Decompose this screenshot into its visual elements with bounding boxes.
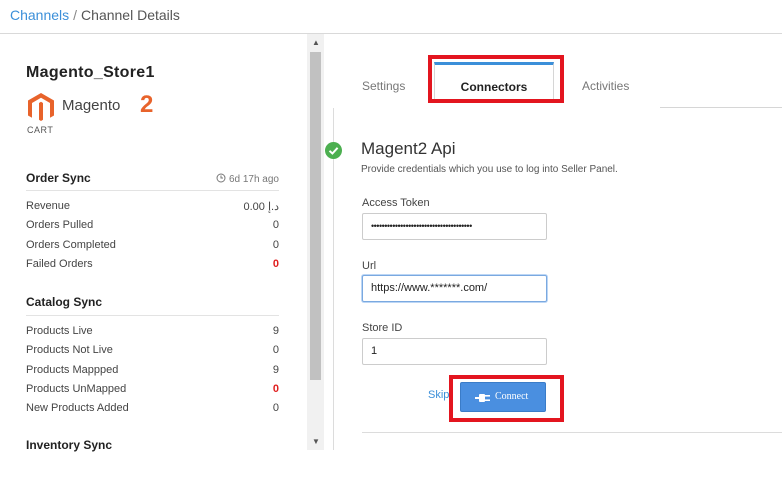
row-value: 0: [272, 344, 279, 356]
order-row-completed: Orders Completed 0: [26, 239, 279, 257]
connector-title: Magent2 Api: [361, 139, 456, 158]
access-token-input[interactable]: ••••••••••••••••••••••••••••••••••••••: [362, 213, 547, 240]
magento-version-badge: 2: [140, 91, 154, 118]
catalog-row-new: New Products Added 0: [26, 402, 279, 420]
access-token-label: Access Token: [362, 197, 430, 209]
connected-check-icon: [325, 142, 342, 159]
magento-logo-word: Magento: [62, 97, 121, 114]
catalog-row-live: Products Live 9: [26, 325, 279, 343]
store-id-input[interactable]: 1: [362, 338, 547, 365]
section-divider: [26, 190, 279, 191]
connector-description: Provide credentials which you use to log…: [361, 164, 618, 175]
tab-activities[interactable]: Activities: [582, 79, 629, 93]
catalog-row-not-live: Products Not Live 0: [26, 344, 279, 362]
inventory-sync-title: Inventory Sync: [26, 438, 113, 452]
section-divider: [26, 315, 279, 316]
row-label: Orders Completed: [26, 239, 116, 251]
tab-settings[interactable]: Settings: [362, 79, 405, 93]
store-type-label: CART: [27, 125, 54, 135]
catalog-row-unmapped: Products UnMapped 0: [26, 383, 279, 401]
row-label: Failed Orders: [26, 258, 93, 270]
catalog-sync-title: Catalog Sync: [26, 295, 103, 309]
skip-link[interactable]: Skip: [428, 389, 449, 401]
order-row-pulled: Orders Pulled 0: [26, 219, 279, 237]
row-value: 0: [272, 239, 279, 251]
scroll-up-arrow-icon[interactable]: ▲: [312, 38, 320, 47]
left-panel-scrollbar[interactable]: ▲ ▼: [307, 34, 324, 450]
tabs-underline: [660, 107, 782, 108]
row-value: د.إ 0.00: [243, 201, 280, 213]
row-value: 0: [272, 402, 279, 414]
row-value: 9: [272, 325, 279, 337]
order-sync-title: Order Sync: [26, 171, 91, 185]
unmapped-count: 0: [272, 383, 279, 395]
url-input[interactable]: https://www.*******.com/: [362, 275, 547, 302]
store-id-label: Store ID: [362, 322, 403, 334]
scrollbar-thumb[interactable]: [310, 52, 321, 380]
clock-icon: [216, 173, 226, 183]
row-label: Orders Pulled: [26, 219, 94, 231]
connect-button-highlight: [449, 375, 564, 422]
row-value: 0: [272, 219, 279, 231]
catalog-row-mapped: Products Mappped 9: [26, 364, 279, 382]
scroll-down-arrow-icon[interactable]: ▼: [312, 437, 320, 446]
failed-orders-count: 0: [272, 258, 279, 270]
channel-summary-panel: Magento_Store1 Magento 2 CART Order Sync…: [0, 34, 307, 489]
url-label: Url: [362, 260, 377, 272]
row-label: Products Live: [26, 325, 93, 337]
breadcrumb-current: Channel Details: [81, 7, 180, 23]
breadcrumb-separator: /: [73, 7, 78, 23]
row-label: Products Mappped: [26, 364, 119, 376]
magento-logo: Magento 2: [28, 91, 168, 121]
order-sync-last-sync: 6d 17h ago: [216, 173, 279, 185]
row-label: Products Not Live: [26, 344, 113, 356]
timeline-line: [333, 108, 334, 450]
row-value: 9: [272, 364, 279, 376]
breadcrumb: Channels / Channel Details: [10, 7, 180, 23]
breadcrumb-channels-link[interactable]: Channels: [10, 7, 69, 23]
store-name: Magento_Store1: [26, 64, 155, 81]
row-label: Revenue: [26, 200, 71, 212]
row-label: Products UnMapped: [26, 383, 127, 395]
magento-logo-icon: [28, 93, 54, 121]
order-row-revenue: Revenue د.إ 0.00: [26, 200, 279, 218]
order-row-failed: Failed Orders 0: [26, 258, 279, 276]
row-label: New Products Added: [26, 402, 129, 414]
form-bottom-divider: [362, 432, 782, 433]
connectors-tab-highlight: [428, 55, 564, 103]
last-sync-text: 6d 17h ago: [228, 174, 279, 185]
